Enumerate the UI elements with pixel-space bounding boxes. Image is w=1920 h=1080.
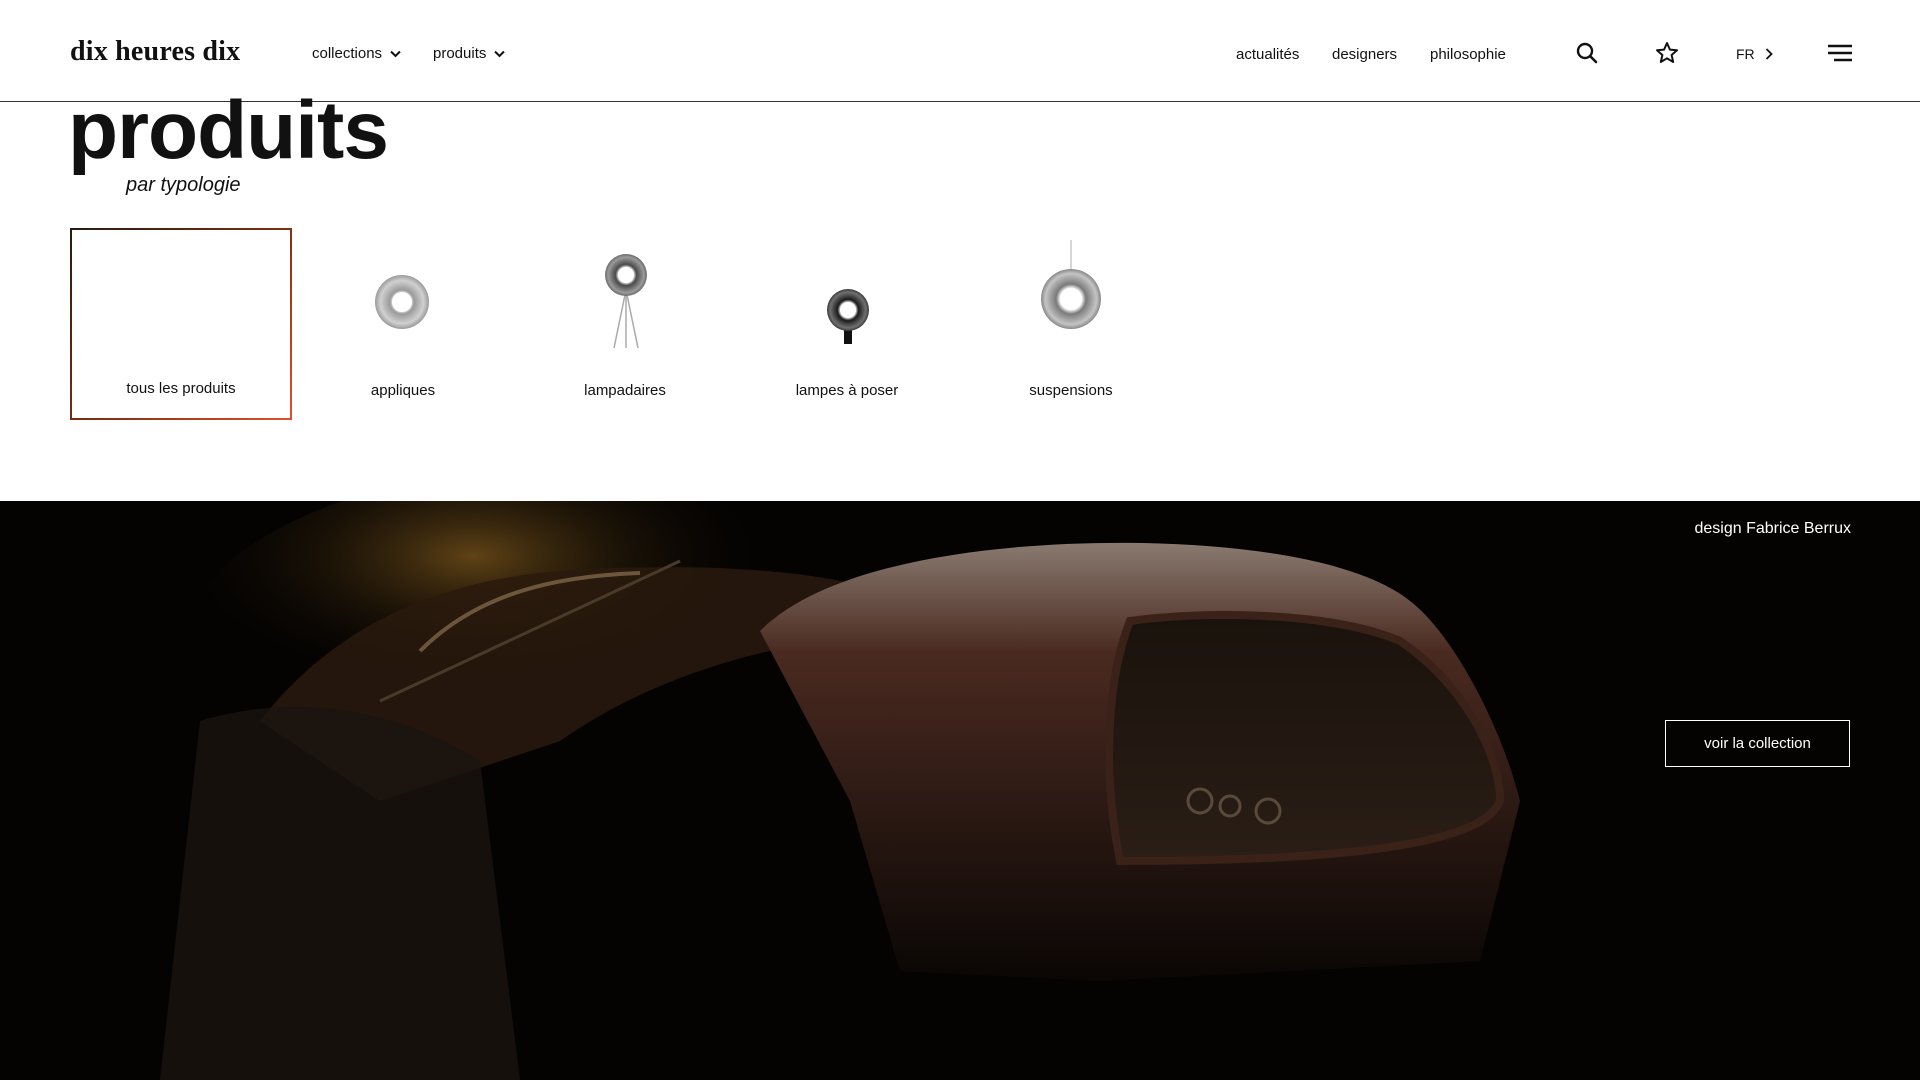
- typology-suspensions[interactable]: suspensions: [960, 228, 1182, 420]
- search-icon[interactable]: [1576, 42, 1598, 64]
- nav-designers[interactable]: designers: [1332, 46, 1397, 63]
- chevron-right-icon: [1765, 48, 1773, 60]
- typology-label: lampadaires: [584, 382, 666, 399]
- language-switcher[interactable]: FR: [1736, 46, 1773, 62]
- chevron-down-icon: [494, 50, 506, 57]
- typology-label: suspensions: [1029, 382, 1113, 399]
- site-logo[interactable]: dix heures dix: [70, 36, 240, 68]
- hero-design-credit: design Fabrice Berrux: [1694, 520, 1851, 537]
- language-label: FR: [1736, 46, 1755, 62]
- nav-philosophie[interactable]: philosophie: [1430, 46, 1506, 63]
- typology-label: tous les produits: [126, 380, 236, 397]
- typology-appliques[interactable]: appliques: [292, 228, 514, 420]
- page-subtitle: par typologie: [126, 174, 241, 196]
- page-title: produits: [68, 85, 389, 176]
- nav-actualites[interactable]: actualités: [1236, 46, 1299, 63]
- typology-label: appliques: [370, 382, 436, 399]
- typology-label: lampes à poser: [795, 382, 899, 399]
- hero-banner: design Fabrice Berrux voir la collection: [0, 501, 1920, 1080]
- nav-produits-label: produits: [433, 45, 487, 62]
- menu-icon[interactable]: [1828, 44, 1852, 62]
- typology-lampadaires[interactable]: lampadaires: [514, 228, 736, 420]
- star-icon[interactable]: [1655, 41, 1679, 65]
- hero-car-photo: [0, 501, 1920, 1080]
- nav-collections-label: collections: [312, 45, 383, 62]
- typology-all-products[interactable]: tous les produits: [70, 228, 292, 420]
- nav-collections[interactable]: collections: [312, 45, 401, 62]
- chevron-down-icon: [390, 50, 401, 57]
- nav-produits[interactable]: produits: [433, 45, 506, 62]
- view-collection-button[interactable]: voir la collection: [1665, 720, 1850, 767]
- typology-lampes-a-poser[interactable]: lampes à poser: [736, 228, 958, 420]
